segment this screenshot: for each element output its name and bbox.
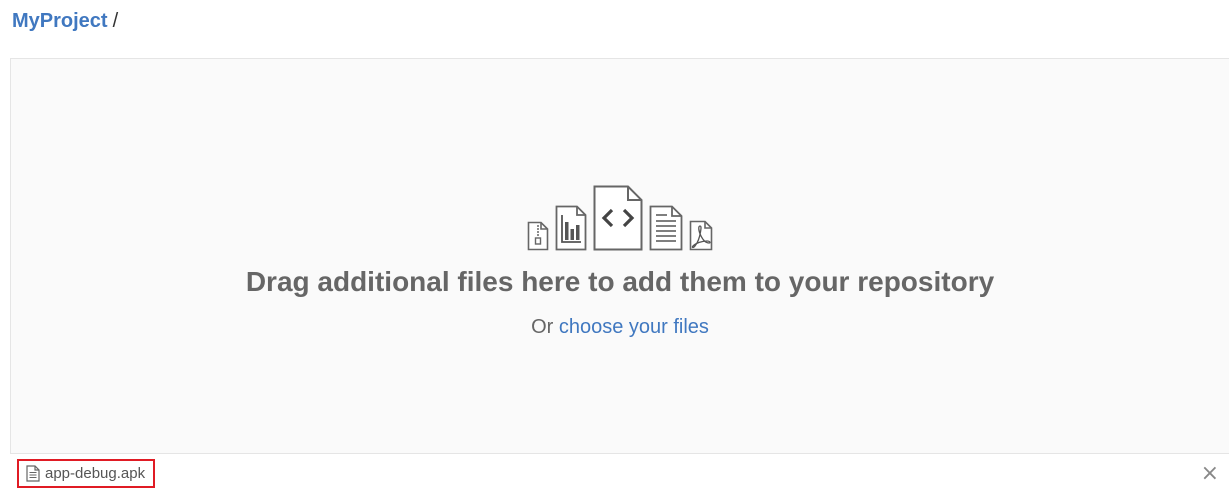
chart-file-icon [555,205,587,251]
dropzone-subtitle: Or choose your files [11,314,1229,340]
uploaded-file-item[interactable]: app-debug.apk [17,459,156,488]
dropzone-subtitle-prefix: Or [531,316,554,338]
file-dropzone[interactable]: Drag additional files here to add them t… [10,58,1229,454]
remove-file-button[interactable]: × [1201,463,1219,485]
uploaded-file-name: app-debug.apk [45,465,146,482]
uploaded-file-row: app-debug.apk × [0,454,1229,490]
breadcrumb-separator: / [112,10,119,32]
breadcrumb: MyProject / [12,9,118,33]
code-file-icon [593,185,643,251]
file-icon [26,465,40,482]
file-type-icons [11,183,1229,251]
pdf-file-icon [689,220,713,251]
zip-file-icon [527,221,549,251]
dropzone-title: Drag additional files here to add them t… [245,266,995,297]
choose-files-link[interactable]: choose your files [559,316,709,338]
text-file-icon [649,205,683,251]
breadcrumb-repo-link[interactable]: MyProject [12,10,108,32]
